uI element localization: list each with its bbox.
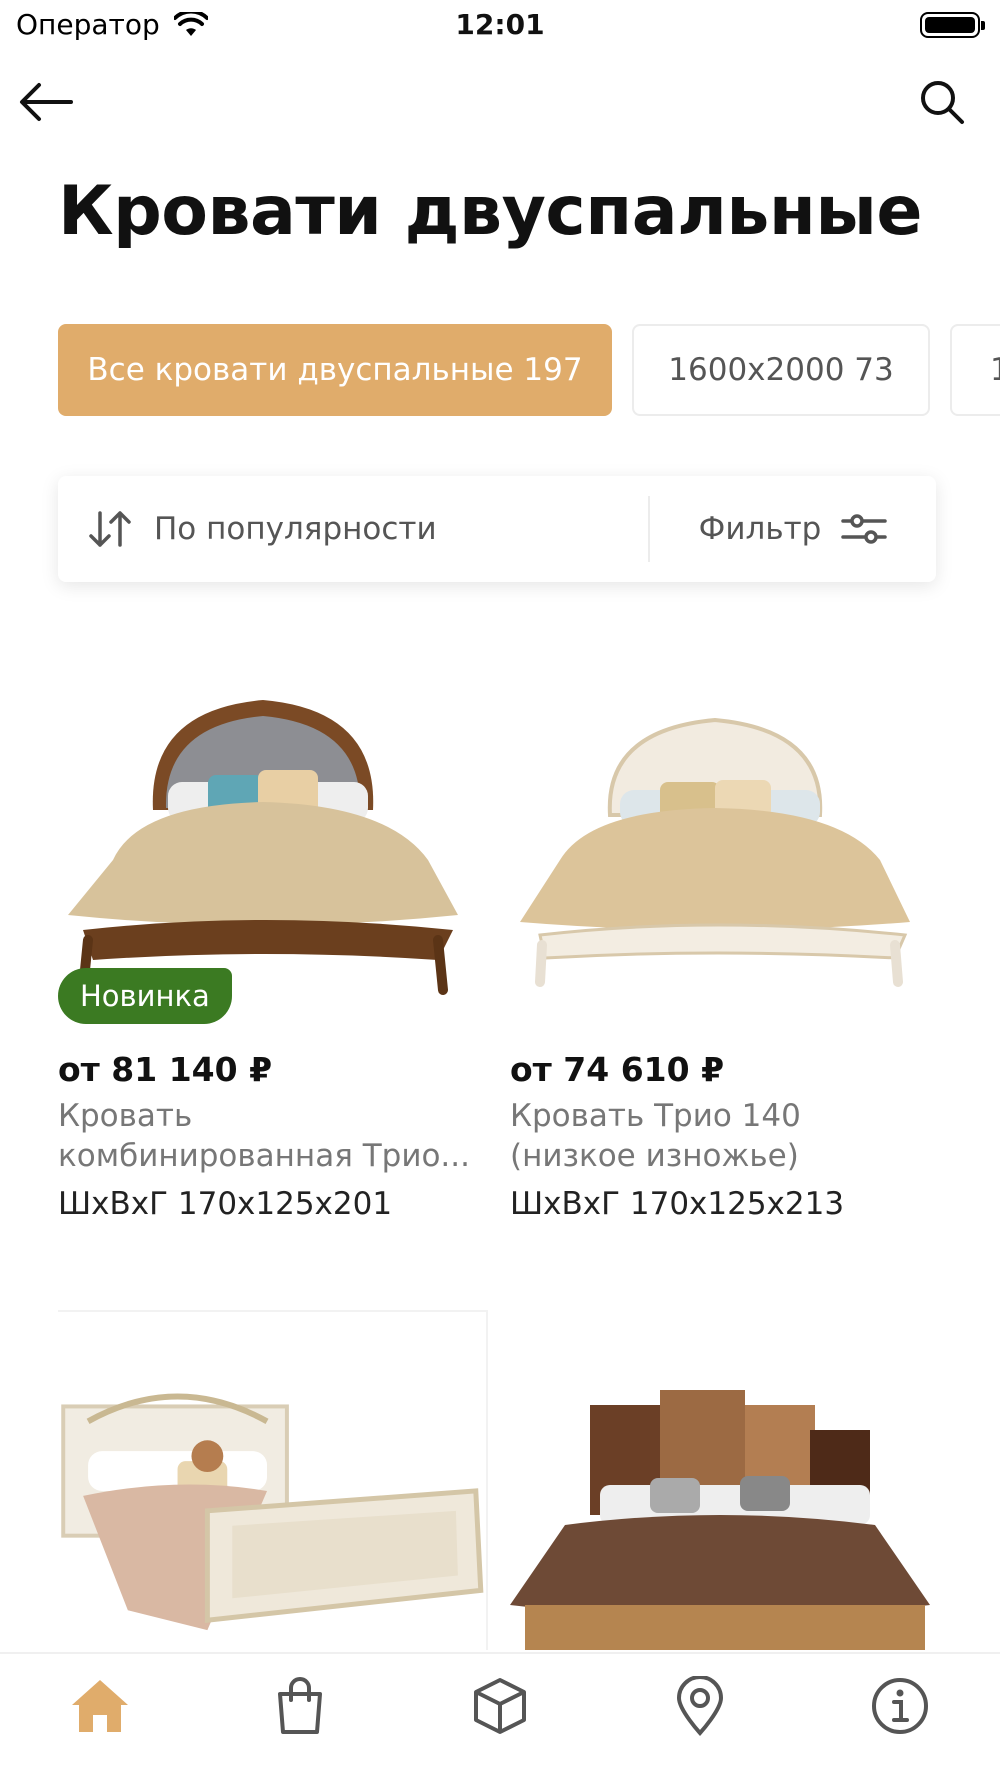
product-name-line: Кровать Трио 140 <box>510 1098 801 1134</box>
product-name[interactable]: Кровать Трио 140 (низкое изножье) <box>510 1096 930 1176</box>
product-dimensions: ШхВхГ 170x125x201 <box>58 1186 393 1222</box>
tab-stores[interactable] <box>660 1666 740 1746</box>
location-pin-icon <box>676 1676 724 1736</box>
product-price: от 81 140 ₽ <box>58 1050 273 1089</box>
tab-home[interactable] <box>60 1666 140 1746</box>
sort-filter-bar: По популярности Фильтр <box>58 476 936 582</box>
product-name-line: комбинированная Трио... <box>58 1138 470 1174</box>
new-badge: Новинка <box>58 968 232 1024</box>
product-price: от 74 610 ₽ <box>510 1050 725 1089</box>
sort-label: По популярности <box>154 511 437 547</box>
sliders-icon <box>841 514 888 544</box>
arrow-left-icon <box>20 83 73 121</box>
search-button[interactable] <box>910 70 974 134</box>
chip-all-beds[interactable]: Все кровати двуспальные 197 <box>58 324 612 416</box>
product-image-bed-white[interactable] <box>510 690 940 1020</box>
status-bar: Оператор 12:01 <box>0 0 1000 52</box>
product-name-line: Кровать <box>58 1098 193 1134</box>
product-name-line: (низкое изножье) <box>510 1138 799 1174</box>
product-dimensions: ШхВхГ 170x125x213 <box>510 1186 845 1222</box>
tab-catalog[interactable] <box>460 1666 540 1746</box>
search-icon <box>921 81 964 124</box>
sort-button[interactable]: По популярности <box>58 476 648 582</box>
battery-icon <box>920 12 985 38</box>
sort-arrows-icon <box>89 511 131 547</box>
home-icon <box>72 1680 128 1732</box>
category-chips: Все кровати двуспальные 197 1600x2000 73… <box>58 324 1000 416</box>
box-icon <box>474 1678 526 1734</box>
tab-cart[interactable] <box>260 1666 340 1746</box>
filter-label: Фильтр <box>698 511 822 547</box>
product-image-bed-wood[interactable] <box>510 1310 940 1650</box>
product-name[interactable]: Кровать комбинированная Трио... <box>58 1096 478 1176</box>
page-title: Кровати двуспальные <box>58 172 922 251</box>
chip-size-1600x2000[interactable]: 1600x2000 73 <box>632 324 930 416</box>
chip-next[interactable]: 1 <box>950 324 1000 416</box>
status-time: 12:01 <box>455 8 545 41</box>
tab-info[interactable] <box>860 1666 940 1746</box>
back-button[interactable] <box>14 70 78 134</box>
info-icon <box>872 1678 928 1734</box>
filter-button[interactable]: Фильтр <box>650 476 936 582</box>
shopping-bag-icon <box>278 1677 322 1734</box>
bottom-tab-bar <box>0 1652 1000 1778</box>
product-image-bed-ivory[interactable] <box>58 1310 488 1650</box>
